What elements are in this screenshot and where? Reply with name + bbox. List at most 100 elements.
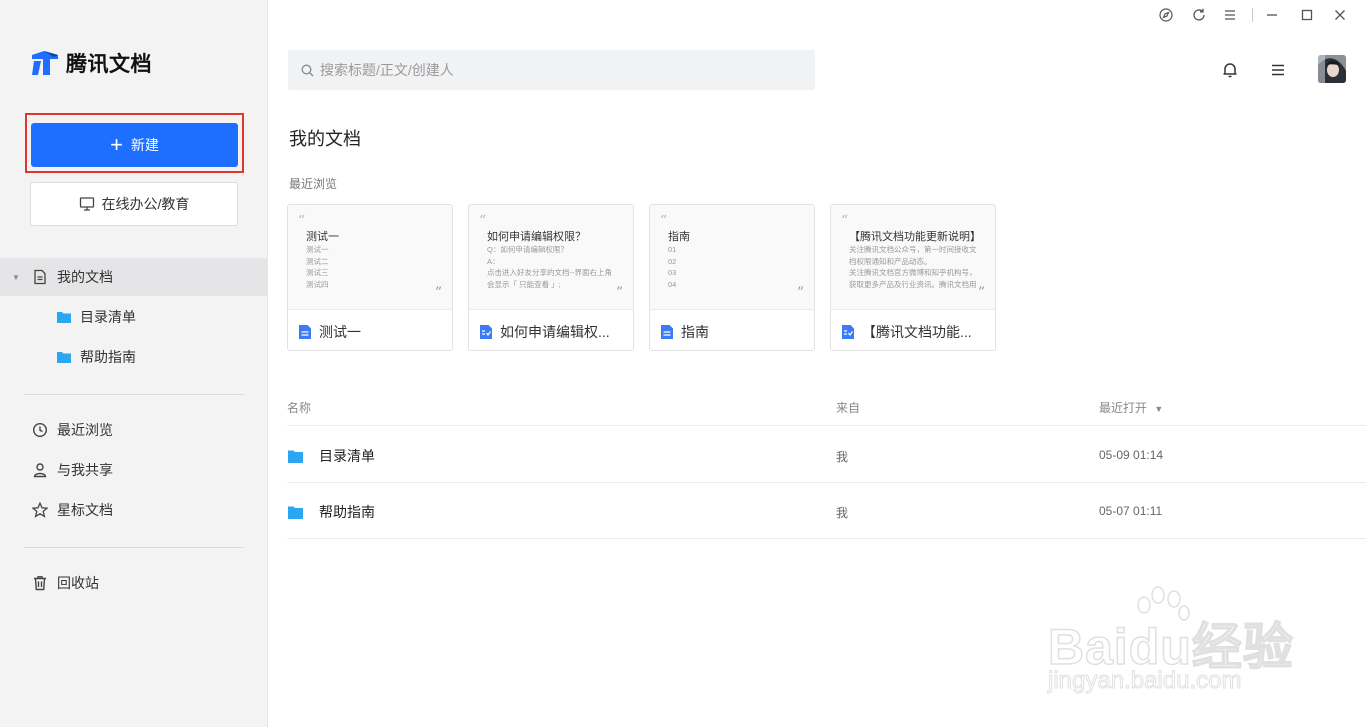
close-quote-icon: ”	[977, 285, 985, 301]
titlebar-separator	[1252, 8, 1253, 22]
bell-icon[interactable]	[1220, 60, 1240, 80]
file-last-opened: 05-07 01:11	[1099, 504, 1163, 518]
recent-doc-card[interactable]: “ 如何申请编辑权限？ Q：如何申请编辑权限？ A： 点击进入好友分享的文档--…	[468, 204, 634, 351]
doc-file-icon	[661, 325, 673, 339]
close-icon[interactable]	[1330, 5, 1350, 25]
open-quote-icon: “	[841, 213, 849, 229]
folder-label: 目录清单	[80, 309, 136, 325]
recent-doc-card[interactable]: “ 【腾讯文档功能更新说明】 关注腾讯文档公众号，第一时间接收文 档权限通知和产…	[830, 204, 996, 351]
minimize-icon[interactable]	[1262, 5, 1282, 25]
folder-icon	[288, 506, 303, 519]
open-quote-icon: “	[479, 213, 487, 229]
card-title-row: 【腾讯文档功能...	[841, 322, 985, 342]
sidebar-item-label: 回收站	[57, 575, 99, 591]
card-title-row: 测试一	[298, 322, 442, 342]
card-title-row: 指南	[660, 322, 804, 342]
sidebar-item-label: 星标文档	[57, 502, 113, 518]
card-preview-heading: 指南	[668, 231, 690, 243]
compass-icon[interactable]	[1156, 5, 1176, 25]
baidu-watermark: Baidu经验 jingyan.baidu.com	[1040, 585, 1300, 705]
close-quote-icon: ”	[615, 285, 623, 301]
file-last-opened: 05-09 01:14	[1099, 448, 1164, 462]
refresh-icon[interactable]	[1189, 5, 1209, 25]
sidebar: 腾讯文档 + 新建 在线办公/教育 ▼ 我的文档 目录清单 帮助指南 最近浏览 …	[0, 0, 268, 727]
file-name-cell: 目录清单	[287, 446, 375, 466]
file-list-header: 名称 来自 最近打开 ▼	[287, 390, 1366, 426]
column-name[interactable]: 名称	[287, 399, 311, 416]
recent-doc-card[interactable]: “ 指南 01 02 03 04 ” 指南	[649, 204, 815, 351]
monitor-icon	[79, 197, 94, 211]
sidebar-item-shared[interactable]: 与我共享	[0, 451, 267, 489]
file-name: 帮助指南	[319, 504, 375, 520]
star-icon	[32, 502, 48, 518]
card-preview-heading: 如何申请编辑权限？	[487, 231, 586, 243]
avatar[interactable]	[1318, 55, 1346, 83]
card-preview-text: 关注腾讯文档公众号，第一时间接收文 档权限通知和产品动态。 关注腾讯文档官方微博…	[849, 245, 977, 289]
table-row[interactable]: 帮助指南 我 05-07 01:11	[287, 483, 1366, 539]
form-file-icon	[842, 325, 854, 339]
list-menu-icon[interactable]	[1268, 60, 1288, 80]
card-preview: “ 指南 01 02 03 04 ”	[650, 205, 814, 310]
card-preview-text: 01 02 03 04	[668, 245, 677, 289]
recent-section-label: 最近浏览	[289, 177, 338, 191]
card-preview: “ 如何申请编辑权限？ Q：如何申请编辑权限？ A： 点击进入好友分享的文档--…	[469, 205, 633, 310]
watermark-url: jingyan.baidu.com	[1047, 667, 1242, 695]
sidebar-divider	[24, 547, 244, 548]
search-input[interactable]	[320, 62, 800, 78]
file-owner: 我	[836, 506, 849, 520]
sidebar-divider	[24, 394, 244, 395]
logo-icon	[32, 51, 58, 75]
sidebar-item-label: 与我共享	[57, 462, 113, 478]
maximize-icon[interactable]	[1297, 5, 1317, 25]
file-name: 目录清单	[319, 448, 375, 464]
table-row[interactable]: 目录清单 我 05-09 01:14	[287, 427, 1366, 483]
folder-icon	[288, 450, 303, 463]
open-quote-icon: “	[298, 213, 306, 229]
column-last-opened[interactable]: 最近打开 ▼	[1099, 399, 1163, 416]
card-preview-heading: 【腾讯文档功能更新说明】	[849, 231, 981, 243]
new-button[interactable]: + 新建	[31, 123, 238, 167]
card-title-row: 如何申请编辑权...	[479, 322, 623, 342]
card-title: 【腾讯文档功能...	[862, 324, 972, 340]
file-owner: 我	[836, 450, 849, 464]
card-title: 测试一	[319, 324, 361, 340]
card-preview-text: 测试一 测试二 测试三 测试四	[306, 245, 329, 289]
sidebar-folder-catalog[interactable]: 目录清单	[0, 298, 267, 336]
sidebar-item-trash[interactable]: 回收站	[0, 564, 267, 602]
page-title: 我的文档	[289, 129, 361, 149]
sidebar-item-starred[interactable]: 星标文档	[0, 491, 267, 529]
recent-doc-card[interactable]: “ 测试一 测试一 测试二 测试三 测试四 ” 测试一	[287, 204, 453, 351]
sidebar-folder-help[interactable]: 帮助指南	[0, 338, 267, 376]
online-office-label: 在线办公/教育	[101, 196, 190, 212]
open-quote-icon: “	[660, 213, 668, 229]
sidebar-item-recent[interactable]: 最近浏览	[0, 411, 267, 449]
column-from[interactable]: 来自	[836, 399, 860, 416]
sidebar-item-label: 最近浏览	[57, 422, 113, 438]
plus-icon: +	[110, 132, 123, 157]
folder-label: 帮助指南	[80, 349, 136, 365]
app-logo[interactable]: 腾讯文档	[30, 48, 152, 78]
card-preview-text: Q：如何申请编辑权限？ A： 点击进入好友分享的文档--界面右上角 会显示「 只…	[487, 245, 612, 289]
doc-file-icon	[299, 325, 311, 339]
search-bar[interactable]	[288, 50, 815, 90]
caret-down-icon[interactable]: ▼	[12, 273, 20, 282]
folder-icon	[56, 309, 72, 325]
user-icon	[32, 462, 48, 478]
sidebar-item-my-docs[interactable]: ▼ 我的文档	[0, 258, 267, 296]
trash-icon	[32, 575, 48, 591]
card-preview: “ 测试一 测试一 测试二 测试三 测试四 ”	[288, 205, 452, 310]
card-preview: “ 【腾讯文档功能更新说明】 关注腾讯文档公众号，第一时间接收文 档权限通知和产…	[831, 205, 995, 310]
sidebar-item-label: 我的文档	[57, 269, 113, 285]
clock-icon	[32, 422, 48, 438]
folder-icon	[56, 349, 72, 365]
sort-desc-icon: ▼	[1154, 404, 1164, 414]
online-office-button[interactable]: 在线办公/教育	[30, 182, 238, 226]
close-quote-icon: ”	[434, 285, 442, 301]
card-title: 如何申请编辑权...	[500, 324, 610, 340]
form-file-icon	[480, 325, 492, 339]
title-bar	[268, 0, 1366, 30]
menu-icon[interactable]	[1220, 5, 1240, 25]
card-preview-heading: 测试一	[306, 231, 339, 243]
file-name-cell: 帮助指南	[287, 502, 375, 522]
close-quote-icon: ”	[796, 285, 804, 301]
